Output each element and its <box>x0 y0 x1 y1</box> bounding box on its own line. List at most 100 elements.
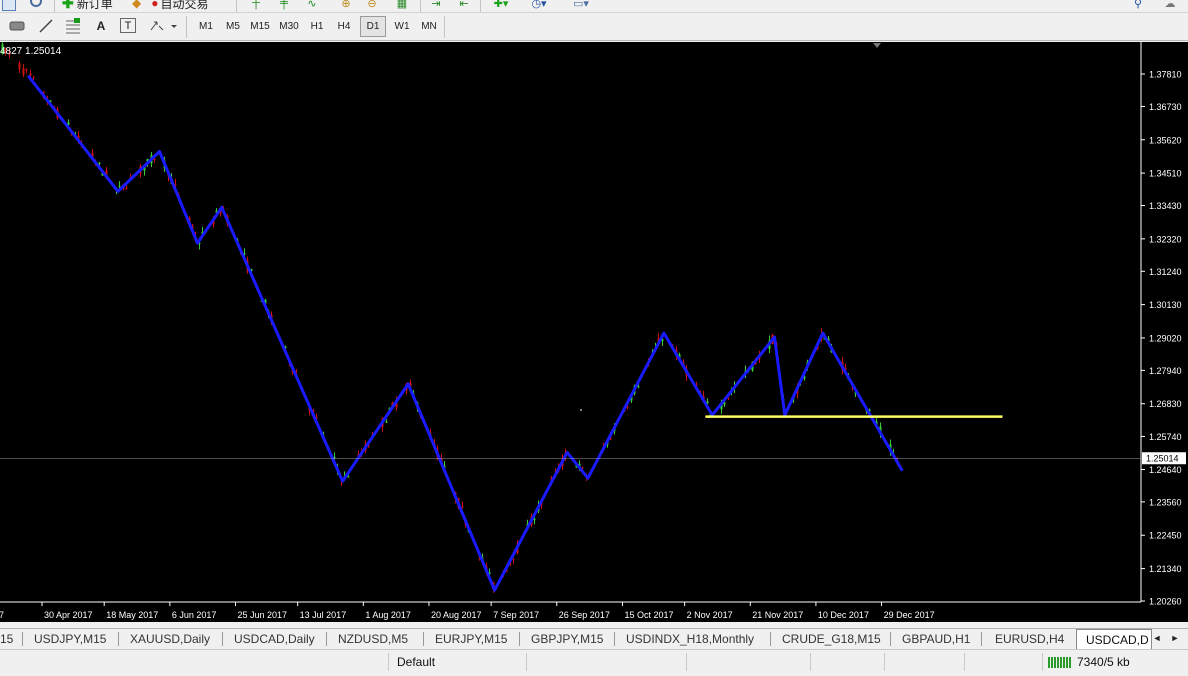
price-tick-label: 1.26830 <box>1149 399 1182 409</box>
status-bar: Default 7340/5 kb <box>0 649 1188 676</box>
price-tick-label: 1.31240 <box>1149 267 1182 277</box>
crosshair-rect-icon[interactable] <box>8 20 26 32</box>
candle-body <box>125 187 128 189</box>
timeframe-mn-button[interactable]: MN <box>416 16 442 37</box>
text-label-tool-button[interactable]: T <box>120 18 136 33</box>
candle-body <box>347 476 350 478</box>
trendline-icon[interactable] <box>38 18 54 34</box>
tab-crude-m15[interactable]: CRUDE_G18,M15 <box>782 630 881 648</box>
tab-gbpaud-h1[interactable]: GBPAUD,H1 <box>902 630 970 648</box>
tab-15[interactable]: 15 <box>0 630 13 648</box>
candle-body <box>98 162 101 164</box>
candle-body <box>118 185 121 187</box>
price-tick-label: 1.20260 <box>1149 597 1182 607</box>
drawing-toolbar: A T M1 M5 M15 M30 H1 H4 D1 W1 MN <box>0 13 1188 41</box>
status-cell-2 <box>526 653 687 671</box>
status-cell-3 <box>686 653 811 671</box>
candlestick-icon[interactable]: ╪ <box>276 0 292 10</box>
candle-body <box>637 386 640 388</box>
price-tick-label: 1.37810 <box>1149 70 1182 80</box>
price-tick-label: 1.27940 <box>1149 366 1182 376</box>
time-tick-label: 30 Apr 2017 <box>44 610 93 620</box>
price-tick-label: 1.33430 <box>1149 201 1182 211</box>
timeframe-m1-button[interactable]: M1 <box>193 16 219 37</box>
tab-scroll-right-icon[interactable]: ► <box>1170 630 1180 646</box>
templates-icon[interactable]: ▭▾ <box>566 0 596 10</box>
timeframe-m5-button[interactable]: M5 <box>220 16 246 37</box>
expert-advisor-icon: ◆ <box>132 0 142 10</box>
tile-windows-icon[interactable]: ▦ <box>394 0 410 10</box>
price-chart[interactable]: 1.37810 1.36730 1.35620 1.34510 1.33430 1.323… <box>0 42 1188 622</box>
candle-body <box>22 67 25 75</box>
tab-xauusd-daily[interactable]: XAUUSD,Daily <box>130 630 210 648</box>
main-toolbar: ✚ 新订单 ◆ ● 自动交易 ┼ ╪ ∿ ⊕ ⊖ ▦ ⇥ ⇤ ✚▾ ◷▾ ▭▾ … <box>0 0 1188 13</box>
time-tick-label: 1 Aug 2017 <box>365 610 411 620</box>
tab-usdcad-d-active[interactable]: USDCAD,D <box>1076 629 1152 649</box>
time-tick-label: 15 Oct 2017 <box>624 610 673 620</box>
current-price-label: 1.25014 <box>1146 454 1179 464</box>
status-cell-4 <box>810 653 885 671</box>
time-tick-label: 21 Nov 2017 <box>752 610 803 620</box>
price-tick-label: 1.34510 <box>1149 169 1182 179</box>
chart-canvas[interactable]: 1.37810 1.36730 1.35620 1.34510 1.33430 1.323… <box>0 42 1188 622</box>
text-tool-button[interactable]: A <box>92 18 110 34</box>
cursor-dot <box>580 409 582 411</box>
fibonacci-icon[interactable] <box>64 18 82 34</box>
line-chart-icon[interactable]: ∿ <box>304 0 320 10</box>
timeframe-m15-button[interactable]: M15 <box>247 16 273 37</box>
time-tick-label: 18 May 2017 <box>106 610 158 620</box>
candle-body <box>18 63 21 70</box>
plus-icon: ✚ <box>62 0 74 11</box>
time-tick-label: 13 Jul 2017 <box>300 610 347 620</box>
zoom-out-icon[interactable]: ⊖ <box>364 0 380 10</box>
time-tick-label: 10 Dec 2017 <box>818 610 869 620</box>
profile-name: Default <box>388 653 526 671</box>
price-tick-label: 1.30130 <box>1149 300 1182 310</box>
timeframe-m30-button[interactable]: M30 <box>276 16 302 37</box>
time-tick-label: 7 Sep 2017 <box>493 610 539 620</box>
price-tick-label: 1.36730 <box>1149 102 1182 112</box>
time-tick-label: 25 Jun 2017 <box>237 610 287 620</box>
tab-usdcad-daily[interactable]: USDCAD,Daily <box>234 630 315 648</box>
new-order-button[interactable]: ✚ 新订单 <box>62 0 113 11</box>
connection-bars-icon <box>1048 657 1071 668</box>
search-icon[interactable]: ⚲ <box>1130 0 1146 10</box>
candle-body <box>461 506 464 508</box>
candle-body <box>25 69 28 71</box>
price-tick-label: 1.22450 <box>1149 531 1182 541</box>
timeframe-d1-button[interactable]: D1 <box>360 16 386 37</box>
tab-gbpjpy-m15[interactable]: GBPJPY,M15 <box>531 630 603 648</box>
chart-shift-icon[interactable]: ⇥ <box>428 0 444 10</box>
periods-icon[interactable]: ◷▾ <box>528 0 550 10</box>
tab-nzdusd-m5[interactable]: NZDUSD,M5 <box>338 630 408 648</box>
time-tick-label: 29 Dec 2017 <box>884 610 935 620</box>
autotrading-icon: ● <box>151 0 159 10</box>
tab-eurjpy-m15[interactable]: EURJPY,M15 <box>435 630 507 648</box>
autoscroll-icon[interactable]: ⇤ <box>456 0 472 10</box>
chart-tabs-bar: 15 USDJPY,M15 XAUUSD,Daily USDCAD,Daily … <box>0 628 1188 649</box>
status-cell-6 <box>964 653 1043 671</box>
zoom-in-icon[interactable]: ⊕ <box>338 0 354 10</box>
timeframe-h1-button[interactable]: H1 <box>304 16 330 37</box>
tab-usdindx-monthly[interactable]: USDINDX_H18,Monthly <box>626 630 754 648</box>
autotrading-button[interactable]: ◆ ● 自动交易 <box>132 0 209 11</box>
arrows-dropdown-icon[interactable] <box>148 18 178 34</box>
candle-body <box>153 159 156 161</box>
timeframe-h4-button[interactable]: H4 <box>331 16 357 37</box>
candle-body <box>32 77 35 79</box>
price-tick-label: 1.23560 <box>1149 497 1182 507</box>
connection-status[interactable]: 7340/5 kb <box>1042 653 1188 671</box>
time-tick-label: 7 <box>0 610 4 620</box>
timeframe-w1-button[interactable]: W1 <box>389 16 415 37</box>
tab-usdjpy-m15[interactable]: USDJPY,M15 <box>34 630 106 648</box>
price-tick-label: 1.35620 <box>1149 135 1182 145</box>
tab-scroll-left-icon[interactable]: ◄ <box>1152 630 1162 646</box>
indicators-icon[interactable]: ✚▾ <box>490 0 512 10</box>
time-tick-label: 20 Aug 2017 <box>431 610 482 620</box>
time-tick-label: 6 Jun 2017 <box>172 610 217 620</box>
chat-icon[interactable]: ☁ <box>1160 0 1180 10</box>
open-folder-icon[interactable] <box>2 0 16 11</box>
tab-eurusd-h4[interactable]: EURUSD,H4 <box>995 630 1064 648</box>
zoom-icon[interactable] <box>28 0 44 11</box>
bar-chart-icon[interactable]: ┼ <box>248 0 264 10</box>
